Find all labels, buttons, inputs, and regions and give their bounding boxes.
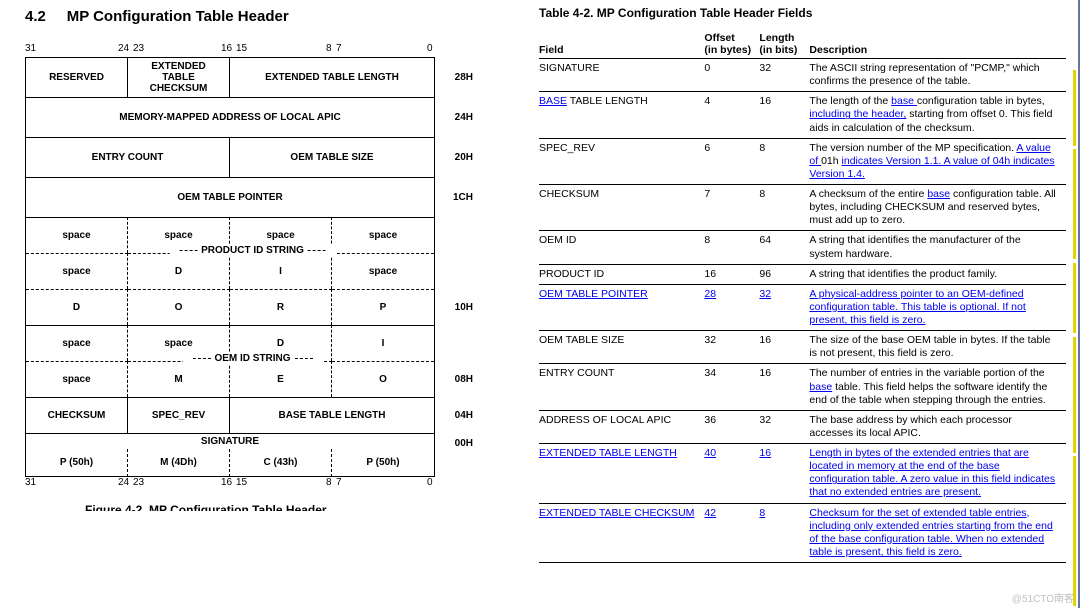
row-24h: MEMORY-MAPPED ADDRESS OF LOCAL APIC 24H bbox=[25, 97, 480, 137]
field-length: 16 bbox=[759, 92, 809, 138]
field-offset: 34 bbox=[704, 364, 759, 410]
section-title: MP Configuration Table Header bbox=[67, 8, 289, 25]
field-description: A string that identifies the manufacture… bbox=[809, 231, 1066, 264]
field-name: SIGNATURE bbox=[539, 59, 704, 92]
bit-labels-bottom: 31 24 23 16 15 8 7 0 bbox=[25, 477, 435, 491]
field-name: BASE TABLE LENGTH bbox=[539, 92, 704, 138]
highlight-bar bbox=[1073, 263, 1076, 333]
row-prod-2: PRODUCT ID STRING space D I space bbox=[25, 253, 480, 289]
field-description: The version number of the MP specificati… bbox=[809, 138, 1066, 184]
field-description: The ASCII string representation of "PCMP… bbox=[809, 59, 1066, 92]
table-row: OEM TABLE POINTER 2832A physical-address … bbox=[539, 284, 1066, 330]
col-desc: Description bbox=[809, 30, 1066, 59]
table-row: SIGNATURE032The ASCII string representat… bbox=[539, 59, 1066, 92]
field-offset: 40 bbox=[704, 444, 759, 504]
field-name: OEM TABLE SIZE bbox=[539, 331, 704, 364]
field-length: 64 bbox=[759, 231, 809, 264]
field-length: 8 bbox=[759, 503, 809, 563]
field-name: CHECKSUM bbox=[539, 185, 704, 231]
field-description: Checksum for the set of extended table e… bbox=[809, 503, 1066, 563]
fields-table: Field Offset (in bytes) Length (in bits)… bbox=[539, 30, 1066, 563]
field-length: 16 bbox=[759, 331, 809, 364]
field-name-link[interactable]: BASE bbox=[539, 95, 567, 107]
table-row: EXTENDED TABLE LENGTH 4016Length in bytes… bbox=[539, 444, 1066, 504]
table-row: PRODUCT ID1696A string that identifies t… bbox=[539, 264, 1066, 284]
field-name: SPEC_REV bbox=[539, 138, 704, 184]
row-28h: RESERVED EXTENDED TABLE CHECKSUM EXTENDE… bbox=[25, 57, 480, 97]
field-description: The size of the base OEM table in bytes.… bbox=[809, 331, 1066, 364]
row-20h: ENTRY COUNT OEM TABLE SIZE 20H bbox=[25, 137, 480, 177]
field-length: 8 bbox=[759, 138, 809, 184]
table-caption: Table 4-2. MP Configuration Table Header… bbox=[539, 6, 1066, 20]
field-name-link[interactable]: EXTENDED TABLE LENGTH bbox=[539, 447, 677, 459]
register-diagram: RESERVED EXTENDED TABLE CHECKSUM EXTENDE… bbox=[25, 57, 480, 477]
field-description: A checksum of the entire base configurat… bbox=[809, 185, 1066, 231]
field-name-link[interactable]: EXTENDED TABLE CHECKSUM bbox=[539, 507, 694, 519]
highlight-bar bbox=[1073, 337, 1076, 453]
field-description: A string that identifies the product fam… bbox=[809, 264, 1066, 284]
field-length: 8 bbox=[759, 185, 809, 231]
table-row: OEM ID864A string that identifies the ma… bbox=[539, 231, 1066, 264]
row-1ch: OEM TABLE POINTER 1CH bbox=[25, 177, 480, 217]
field-name: EXTENDED TABLE LENGTH bbox=[539, 444, 704, 504]
field-offset: 7 bbox=[704, 185, 759, 231]
table-row: ADDRESS OF LOCAL APIC3632The base addres… bbox=[539, 410, 1066, 443]
field-offset: 4 bbox=[704, 92, 759, 138]
field-name: PRODUCT ID bbox=[539, 264, 704, 284]
highlight-bar bbox=[1073, 70, 1076, 146]
field-description: The number of entries in the variable po… bbox=[809, 364, 1066, 410]
field-name: EXTENDED TABLE CHECKSUM bbox=[539, 503, 704, 563]
table-row: SPEC_REV68The version number of the MP s… bbox=[539, 138, 1066, 184]
field-name: OEM TABLE POINTER bbox=[539, 284, 704, 330]
field-offset: 36 bbox=[704, 410, 759, 443]
figure-caption: Figure 4-2. MP Configuration Table Heade… bbox=[25, 503, 500, 511]
field-name: ADDRESS OF LOCAL APIC bbox=[539, 410, 704, 443]
col-length: Length (in bits) bbox=[759, 30, 809, 59]
field-table-panel: Table 4-2. MP Configuration Table Header… bbox=[525, 0, 1080, 608]
field-length: 32 bbox=[759, 59, 809, 92]
table-row: CHECKSUM78A checksum of the entire base … bbox=[539, 185, 1066, 231]
field-offset: 6 bbox=[704, 138, 759, 184]
section-heading: 4.2 MP Configuration Table Header bbox=[25, 8, 500, 25]
field-length: 96 bbox=[759, 264, 809, 284]
field-name-link[interactable]: OEM TABLE POINTER bbox=[539, 288, 648, 300]
row-prod-1: D O R P 10H bbox=[25, 289, 480, 325]
field-offset: 32 bbox=[704, 331, 759, 364]
col-field: Field bbox=[539, 30, 704, 59]
field-offset: 42 bbox=[704, 503, 759, 563]
table-row: BASE TABLE LENGTH416The length of the ba… bbox=[539, 92, 1066, 138]
row-04h: CHECKSUM SPEC_REV BASE TABLE LENGTH 04H bbox=[25, 397, 480, 433]
field-description: Length in bytes of the extended entries … bbox=[809, 444, 1066, 504]
field-description: The length of the base configuration tab… bbox=[809, 92, 1066, 138]
field-name: ENTRY COUNT bbox=[539, 364, 704, 410]
watermark: @51CTO南客 bbox=[1012, 590, 1074, 605]
field-description: A physical-address pointer to an OEM-def… bbox=[809, 284, 1066, 330]
field-length: 16 bbox=[759, 364, 809, 410]
field-length: 32 bbox=[759, 284, 809, 330]
field-description: The base address by which each processor… bbox=[809, 410, 1066, 443]
field-length: 32 bbox=[759, 410, 809, 443]
field-offset: 8 bbox=[704, 231, 759, 264]
table-row: OEM TABLE SIZE3216The size of the base O… bbox=[539, 331, 1066, 364]
highlight-bar bbox=[1073, 456, 1076, 606]
diagram-panel: 4.2 MP Configuration Table Header 31 24 … bbox=[0, 0, 525, 608]
field-offset: 28 bbox=[704, 284, 759, 330]
row-oem-1: OEM ID STRING space M E O 08H bbox=[25, 361, 480, 397]
bit-labels-top: 31 24 23 16 15 8 7 0 bbox=[25, 43, 435, 57]
highlight-bar bbox=[1073, 149, 1076, 259]
field-offset: 16 bbox=[704, 264, 759, 284]
field-name: OEM ID bbox=[539, 231, 704, 264]
col-offset: Offset (in bytes) bbox=[704, 30, 759, 59]
table-row: EXTENDED TABLE CHECKSUM 428Checksum for t… bbox=[539, 503, 1066, 563]
table-row: ENTRY COUNT3416The number of entries in … bbox=[539, 364, 1066, 410]
field-offset: 0 bbox=[704, 59, 759, 92]
field-length: 16 bbox=[759, 444, 809, 504]
row-00h: P (50h) M (4Dh) C (43h) P (50h) bbox=[25, 449, 480, 477]
row-sig-label: SIGNATURE 00H bbox=[25, 433, 480, 449]
section-number: 4.2 bbox=[25, 8, 46, 25]
